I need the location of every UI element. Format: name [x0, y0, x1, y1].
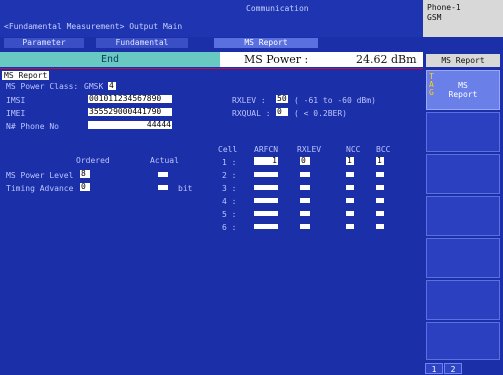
rxqual-range: ( < 0.2BER) [294, 109, 347, 118]
softkey-7[interactable] [426, 322, 500, 360]
divider [0, 68, 423, 69]
arfcn-cell [254, 185, 278, 190]
bcc-header: BCC [376, 145, 391, 154]
softkey-panel: MS Report T A G MS Report [423, 52, 503, 374]
tab-parameter[interactable]: Parameter [4, 38, 84, 48]
imei-label: IMEI [6, 109, 26, 118]
cell-header: Cell [218, 145, 238, 154]
phone-name: Phone-1 [427, 3, 461, 12]
softkey-3[interactable] [426, 154, 500, 194]
rxlev-cell [300, 224, 310, 229]
ms-power-label: MS Power : [244, 53, 309, 66]
timing-advance-actual [158, 185, 168, 190]
ms-power-level-label: MS Power Level : [6, 171, 84, 180]
ordered-header: Ordered [76, 156, 110, 165]
header-bar: Communication <Fundamental Measurement> … [0, 0, 423, 37]
power-class-label: MS Power Class: [6, 82, 79, 91]
actual-header: Actual [150, 156, 179, 165]
ncc-cell [346, 224, 354, 229]
bcc-cell [376, 224, 384, 229]
tab-fundamental[interactable]: Fundamental [96, 38, 188, 48]
timing-advance-label: Timing Advance : [6, 184, 84, 193]
cell-row-label: 4 : [222, 197, 237, 206]
ncc-cell [346, 185, 354, 190]
rxqual-label: RXQUAL : [232, 109, 271, 118]
rxlev-cell [300, 185, 310, 190]
tab-ms-report[interactable]: MS Report [214, 38, 318, 48]
softkey-5[interactable] [426, 238, 500, 278]
softkey-4[interactable] [426, 196, 500, 236]
arfcn-cell [254, 172, 278, 177]
timing-advance-unit: bit [178, 184, 193, 193]
ms-power-level-ordered[interactable]: 8 [80, 170, 90, 178]
rxlev-cell: 0 [300, 157, 310, 165]
imsi-label: IMSI [6, 96, 26, 105]
cell-row-label: 3 : [222, 184, 237, 193]
bcc-cell: 1 [376, 157, 384, 165]
bcc-cell [376, 198, 384, 203]
phone-no-label: N# Phone No [6, 122, 59, 131]
arfcn-header: ARFCN [254, 145, 279, 154]
arfcn-cell: 1 [254, 157, 278, 165]
softkey-6[interactable] [426, 280, 500, 320]
arfcn-cell [254, 198, 278, 203]
ms-power-level-actual [158, 172, 168, 177]
mode-label: Communication [246, 4, 309, 13]
ms-report-button[interactable]: T A G MS Report [426, 70, 500, 110]
ncc-cell [346, 211, 354, 216]
timing-advance-ordered[interactable]: 0 [80, 183, 90, 191]
page-tab-2[interactable]: 2 [444, 363, 462, 374]
ms-power-display: MS Power : 24.62 dBm [220, 52, 423, 67]
ncc-header: NCC [346, 145, 361, 154]
cell-row-label: 5 : [222, 210, 237, 219]
power-class-field[interactable]: 4 [108, 82, 116, 90]
bcc-cell [376, 211, 384, 216]
rxlev-cell [300, 198, 310, 203]
page-tab-1[interactable]: 1 [425, 363, 443, 374]
bcc-cell [376, 172, 384, 177]
cell-row-label: 1 : [222, 158, 237, 167]
cell-row-label: 2 : [222, 171, 237, 180]
imsi-field[interactable]: 001011234567890 [88, 95, 172, 103]
cell-row-label: 6 : [222, 223, 237, 232]
rxlev-header: RXLEV [297, 145, 322, 154]
rxlev-range: ( -61 to -60 dBm) [294, 96, 376, 105]
arfcn-cell [254, 224, 278, 229]
ms-power-value: 24.62 dBm [356, 53, 417, 66]
call-status-end: End [0, 52, 220, 67]
bcc-cell [376, 185, 384, 190]
softkey-2[interactable] [426, 112, 500, 152]
phone-indicator: Phone-1 GSM [423, 0, 503, 37]
rxqual-field[interactable]: 0 [276, 108, 288, 116]
rxlev-cell [300, 172, 310, 177]
ncc-cell: 1 [346, 157, 354, 165]
side-panel-title: MS Report [426, 54, 500, 67]
section-title-ms-report: MS Report [2, 71, 50, 80]
rxlev-label: RXLEV : [232, 96, 266, 105]
rxlev-cell [300, 211, 310, 216]
phone-no-field[interactable]: 44444 [88, 121, 172, 129]
arfcn-cell [254, 211, 278, 216]
power-class-value: GMSK [84, 82, 104, 91]
ncc-cell [346, 172, 354, 177]
rxlev-field[interactable]: 50 [276, 95, 288, 103]
imei-field[interactable]: 355529000441790 [88, 108, 172, 116]
ncc-cell [346, 198, 354, 203]
ms-report-button-label: MS Report [448, 81, 478, 99]
breadcrumb: <Fundamental Measurement> Output Main [4, 22, 183, 31]
phone-standard: GSM [427, 13, 442, 22]
